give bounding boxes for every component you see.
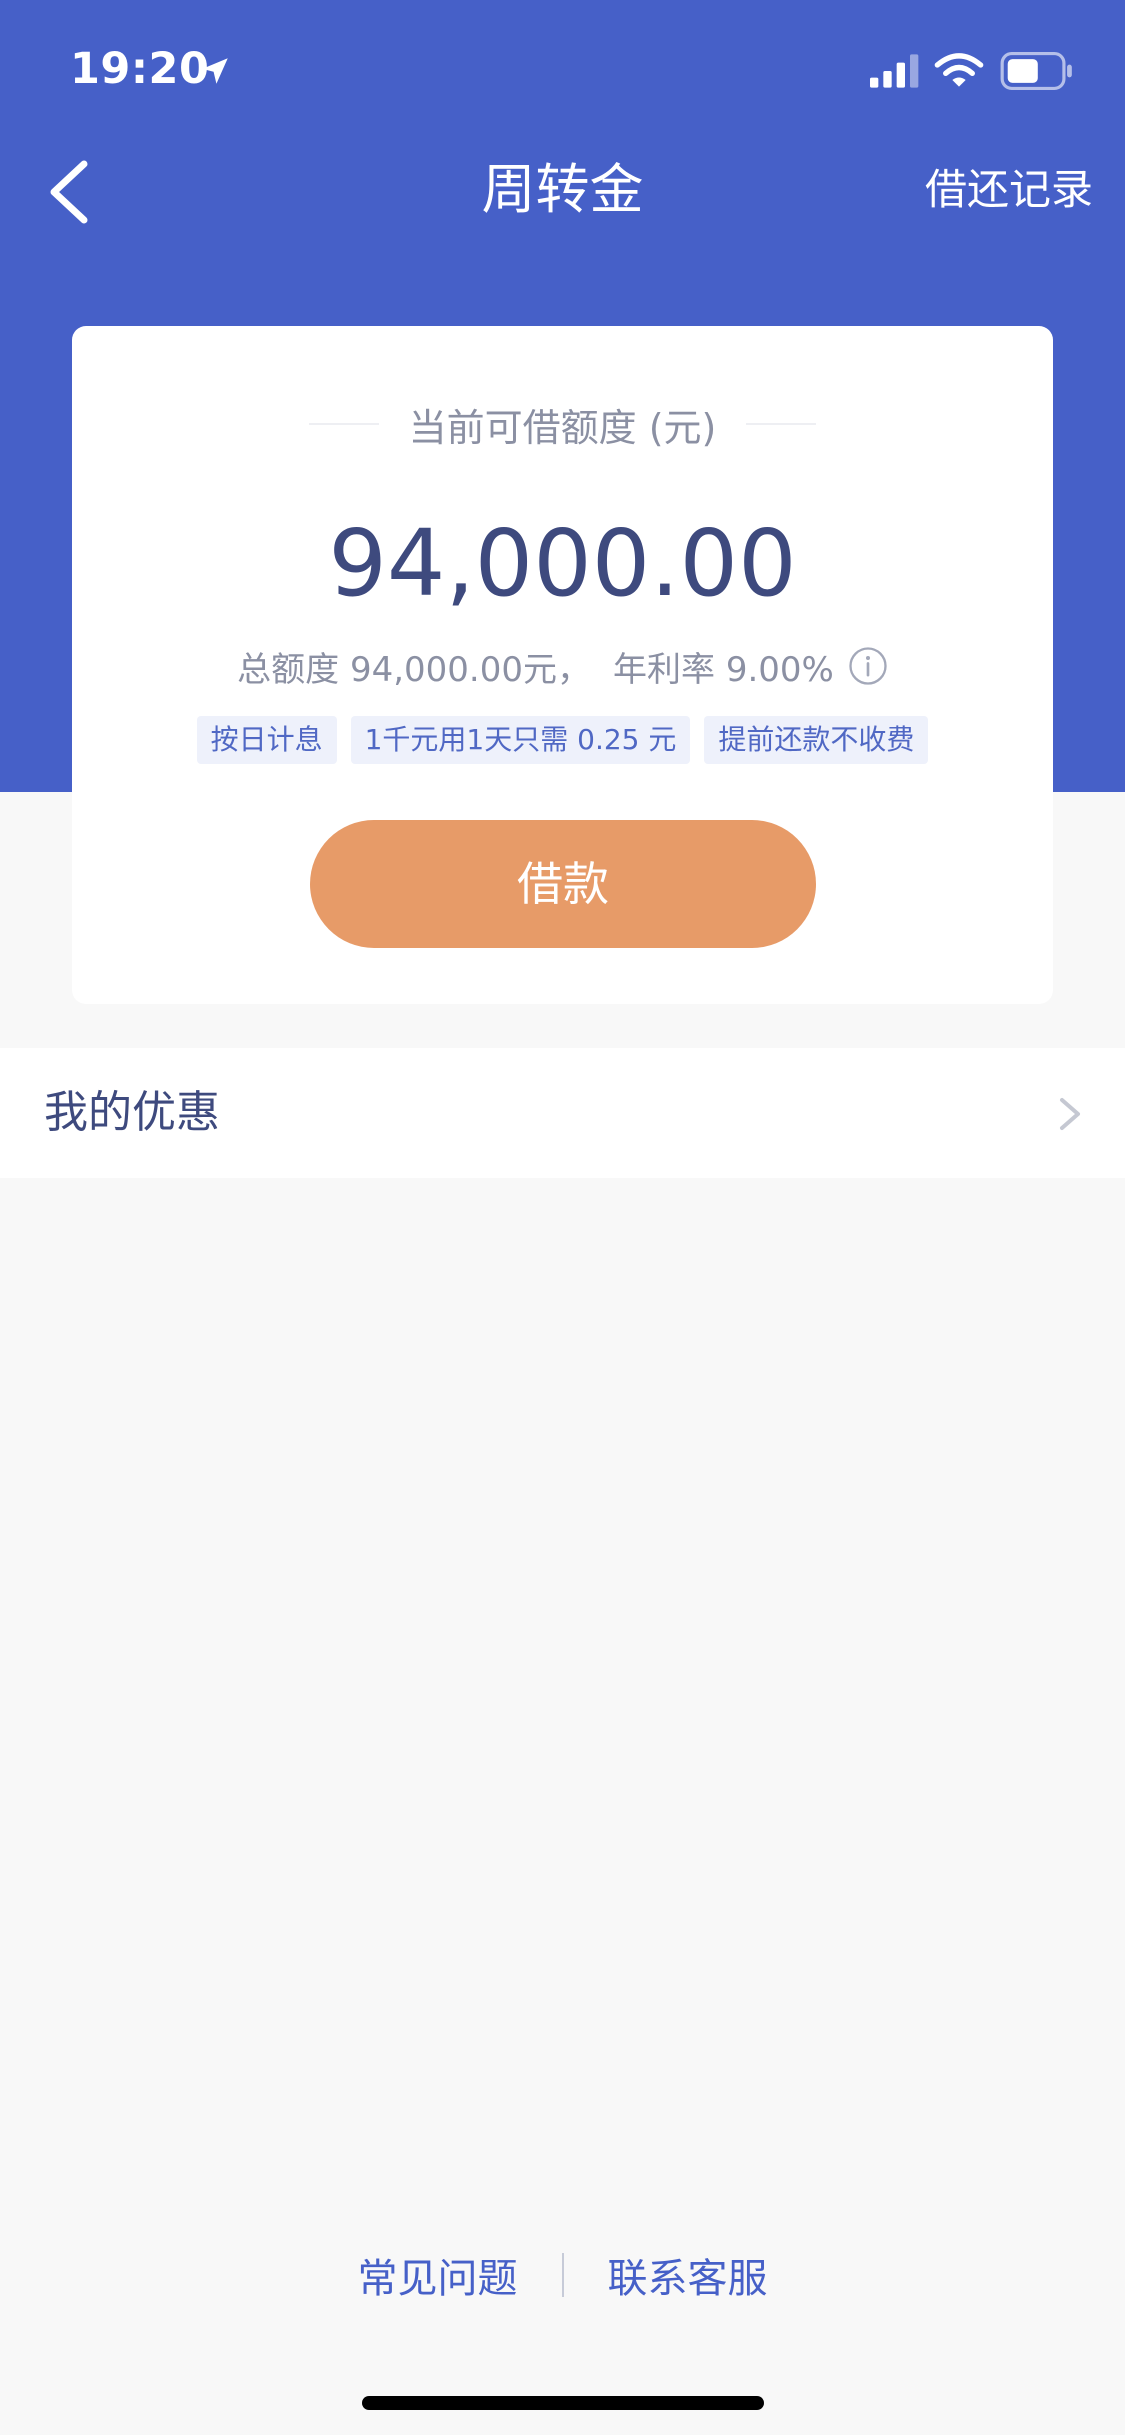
- label-divider-right: [746, 423, 817, 425]
- tag-daily-interest: 按日计息: [196, 716, 337, 764]
- feature-tags: 按日计息 1千元用1天只需 0.25 元 提前还款不收费: [72, 716, 1053, 764]
- available-amount: 94,000.00: [328, 510, 797, 617]
- my-offers-label: 我的优惠: [44, 1087, 220, 1138]
- chevron-right-icon: [1060, 1098, 1080, 1130]
- battery-icon: [1000, 52, 1072, 90]
- loan-records-link[interactable]: 借还记录: [925, 160, 1093, 220]
- info-icon[interactable]: [848, 646, 888, 686]
- available-amount-label: 当前可借额度 (元): [408, 405, 717, 450]
- annual-rate: 年利率 9.00%: [613, 649, 834, 690]
- my-offers-row[interactable]: 我的优惠: [0, 1048, 1125, 1178]
- location-arrow-icon: [202, 58, 228, 84]
- status-time: 19:20: [70, 44, 210, 94]
- tag-daily-cost: 1千元用1天只需 0.25 元: [350, 716, 691, 764]
- signal-icon: [870, 54, 919, 88]
- contact-support-link[interactable]: 联系客服: [608, 2246, 768, 2304]
- wifi-icon: [934, 53, 984, 87]
- status-bar: 19:20: [0, 0, 1125, 140]
- footer-links: 常见问题 联系客服: [0, 2240, 1125, 2310]
- available-amount-label-row: 当前可借额度 (元): [72, 394, 1053, 454]
- total-quota: 总额度 94,000.00元，: [237, 649, 592, 690]
- label-divider-left: [308, 423, 379, 425]
- credit-card: 当前可借额度 (元) 94,000.00 总额度 94,000.00元， 年利率…: [72, 326, 1053, 1004]
- quota-info-row: 总额度 94,000.00元， 年利率 9.00%: [72, 636, 1053, 696]
- loan-button[interactable]: 借款: [310, 820, 816, 948]
- faq-link[interactable]: 常见问题: [358, 2246, 518, 2304]
- home-indicator[interactable]: [362, 2396, 764, 2410]
- footer-divider: [561, 2253, 564, 2297]
- tag-free-early-repayment: 提前还款不收费: [704, 716, 929, 764]
